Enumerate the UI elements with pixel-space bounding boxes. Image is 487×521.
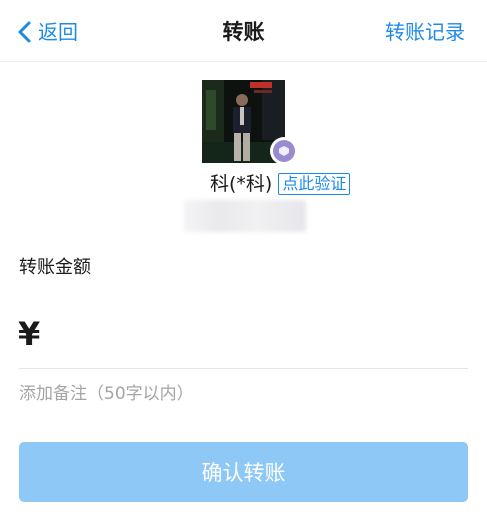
navigation-bar: 返回 转账 转账记录 [0, 0, 487, 62]
note-input[interactable] [19, 380, 468, 408]
verified-badge-icon [270, 137, 298, 165]
shield-icon [279, 146, 289, 156]
amount-label: 转账金额 [19, 257, 91, 278]
amount-input[interactable] [62, 312, 466, 356]
recipient-account-blurred [184, 200, 306, 232]
divider [19, 368, 468, 369]
recipient-name: 科(*科) [210, 173, 273, 195]
confirm-transfer-button[interactable]: 确认转账 [19, 442, 468, 502]
transfer-history-link[interactable]: 转账记录 [385, 18, 465, 46]
verify-link[interactable]: 点此验证 [278, 173, 351, 195]
recipient-row: 科(*科) 点此验证 [210, 171, 351, 197]
currency-symbol: ¥ [18, 315, 41, 353]
